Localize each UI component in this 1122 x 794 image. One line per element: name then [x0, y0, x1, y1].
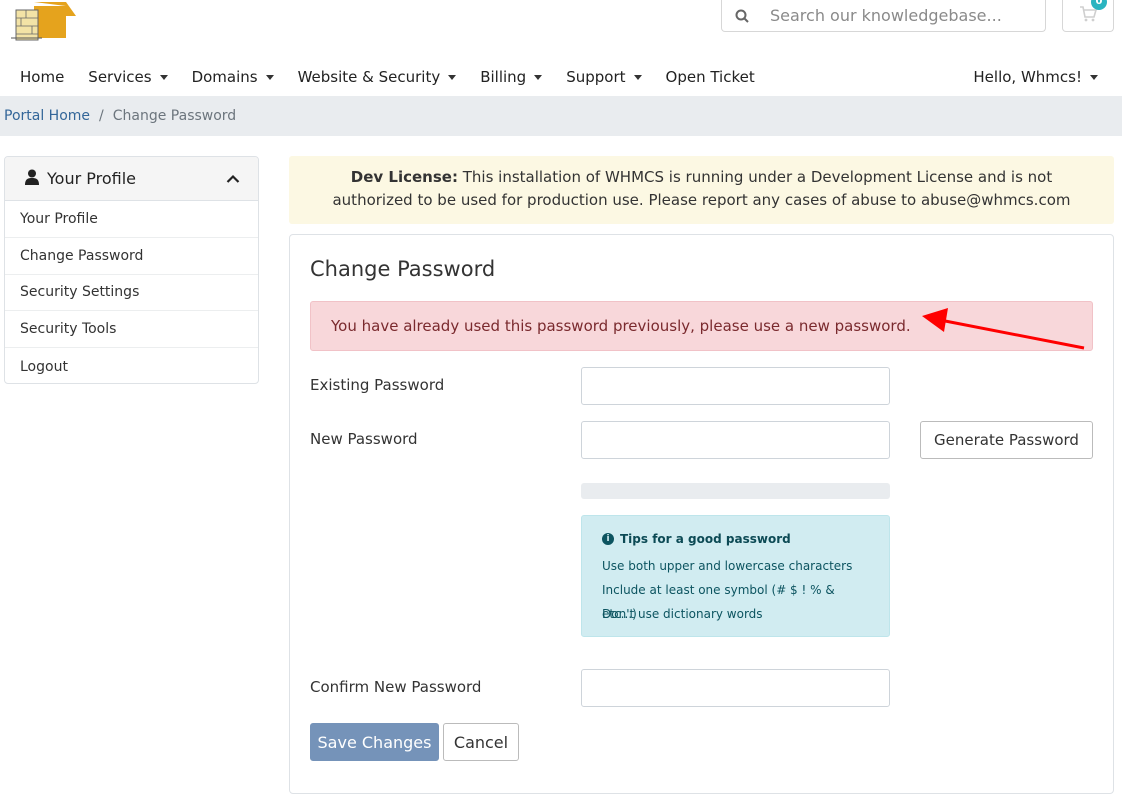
sidebar-item-label: Security Settings — [20, 284, 140, 301]
caret-down-icon — [633, 74, 642, 80]
nav-label: Website & Security — [297, 68, 441, 86]
breadcrumb-separator: / — [99, 108, 104, 124]
search-box — [721, 0, 1046, 32]
breadcrumb-current: Change Password — [112, 108, 237, 124]
caret-down-icon — [1090, 74, 1098, 80]
search-icon — [722, 9, 762, 23]
sidebar-item-security-tools[interactable]: Security Tools — [5, 311, 258, 349]
sidebar-item-your-profile[interactable]: Your Profile — [5, 201, 258, 238]
user-icon — [25, 169, 39, 189]
profile-sidebar: Your Profile Your Profile Change Passwor… — [4, 156, 259, 384]
caret-down-icon — [159, 74, 168, 80]
dev-license-label: Dev License: — [350, 168, 458, 186]
error-message: You have already used this password prev… — [331, 317, 911, 335]
sidebar-item-label: Security Tools — [20, 321, 117, 338]
tips-title-text: Tips for a good password — [620, 532, 791, 546]
tips-title: i Tips for a good password — [602, 532, 869, 546]
new-password-label: New Password — [310, 430, 418, 448]
sidebar-item-logout[interactable]: Logout — [5, 348, 258, 383]
nav-support[interactable]: Support — [554, 58, 653, 96]
nav-home[interactable]: Home — [0, 58, 76, 96]
cart-button[interactable]: 0 — [1062, 0, 1114, 32]
sidebar-header[interactable]: Your Profile — [5, 157, 258, 201]
confirm-password-label: Confirm New Password — [310, 678, 482, 696]
generate-password-button[interactable]: Generate Password — [920, 421, 1093, 459]
sidebar-item-label: Your Profile — [20, 210, 98, 227]
sidebar-item-security-settings[interactable]: Security Settings — [5, 275, 258, 312]
sidebar-item-change-password[interactable]: Change Password — [5, 238, 258, 275]
nav-label: Services — [88, 68, 152, 86]
existing-password-field[interactable] — [581, 367, 890, 405]
main-nav: Home Services Domains Website & Security… — [0, 58, 1122, 96]
search-input[interactable] — [762, 1, 1045, 30]
breadcrumb: Portal Home / Change Password — [0, 96, 1122, 136]
page-title: Change Password — [310, 257, 496, 281]
nav-domains[interactable]: Domains — [180, 58, 286, 96]
new-password-field[interactable] — [581, 421, 890, 459]
nav-billing[interactable]: Billing — [468, 58, 554, 96]
caret-down-icon — [448, 74, 457, 80]
password-tips-box: i Tips for a good password Use both uppe… — [581, 515, 890, 637]
change-password-card: Change Password You have already used th… — [289, 234, 1114, 794]
existing-password-label: Existing Password — [310, 376, 445, 394]
confirm-password-field[interactable] — [581, 669, 890, 707]
nav-label: Home — [20, 68, 65, 86]
logo[interactable] — [8, 0, 78, 42]
sidebar-title: Your Profile — [47, 169, 136, 188]
dev-license-alert: Dev License: This installation of WHMCS … — [289, 156, 1114, 224]
nav-label: Support — [566, 68, 626, 86]
sidebar-item-label: Logout — [20, 358, 68, 375]
save-changes-button[interactable]: Save Changes — [310, 723, 439, 761]
chevron-up-icon[interactable] — [226, 169, 240, 188]
sidebar-item-label: Change Password — [20, 247, 144, 264]
nav-website-security[interactable]: Website & Security — [286, 58, 469, 96]
nav-open-ticket[interactable]: Open Ticket — [654, 58, 767, 96]
nav-label: Billing — [480, 68, 527, 86]
caret-down-icon — [265, 74, 274, 80]
cancel-button[interactable]: Cancel — [443, 723, 519, 761]
user-label: Hello, Whmcs! — [973, 68, 1082, 86]
tip-line: Use both upper and lowercase characters — [602, 559, 853, 573]
cart-count-badge: 0 — [1091, 0, 1107, 10]
caret-down-icon — [534, 74, 543, 80]
info-icon: i — [602, 533, 614, 545]
password-strength-bar — [581, 483, 890, 499]
breadcrumb-home-link[interactable]: Portal Home — [4, 108, 90, 124]
tip-line: Don't use dictionary words — [602, 607, 763, 621]
user-menu[interactable]: Hello, Whmcs! — [961, 58, 1122, 96]
house-logo-icon — [11, 2, 76, 41]
tip-line: Include at least one symbol (# $ ! % & e… — [602, 583, 835, 621]
error-alert: You have already used this password prev… — [310, 301, 1093, 351]
nav-services[interactable]: Services — [76, 58, 179, 96]
nav-label: Open Ticket — [665, 68, 755, 86]
nav-label: Domains — [191, 68, 258, 86]
